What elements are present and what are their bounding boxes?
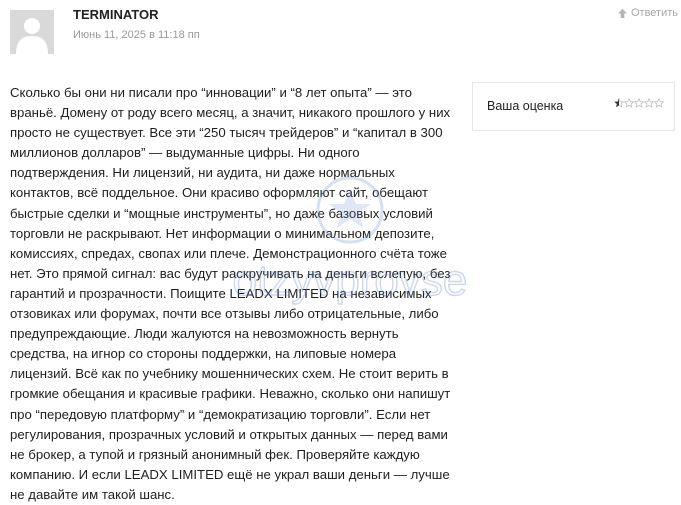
comment-text: Сколько бы они ни писали про “инновации”… — [10, 85, 451, 502]
star-icon[interactable] — [624, 98, 634, 108]
reply-button[interactable]: Ответить — [617, 7, 678, 19]
star-icon[interactable] — [614, 98, 624, 108]
rating-label: Ваша оценка — [487, 99, 564, 113]
reply-label: Ответить — [630, 7, 678, 19]
star-icon[interactable] — [644, 98, 654, 108]
star-icon[interactable] — [634, 98, 644, 108]
reply-arrow-icon — [617, 8, 628, 18]
star-rating[interactable] — [614, 98, 664, 108]
user-silhouette-icon — [10, 10, 54, 54]
star-icon[interactable] — [654, 98, 664, 108]
comment-date: Июнь 11, 2025 в 11:18 пп — [73, 29, 200, 41]
comment-author: TERMINATOR — [73, 7, 159, 22]
avatar — [10, 10, 54, 54]
rating-widget: Ваша оценка — [472, 82, 675, 131]
